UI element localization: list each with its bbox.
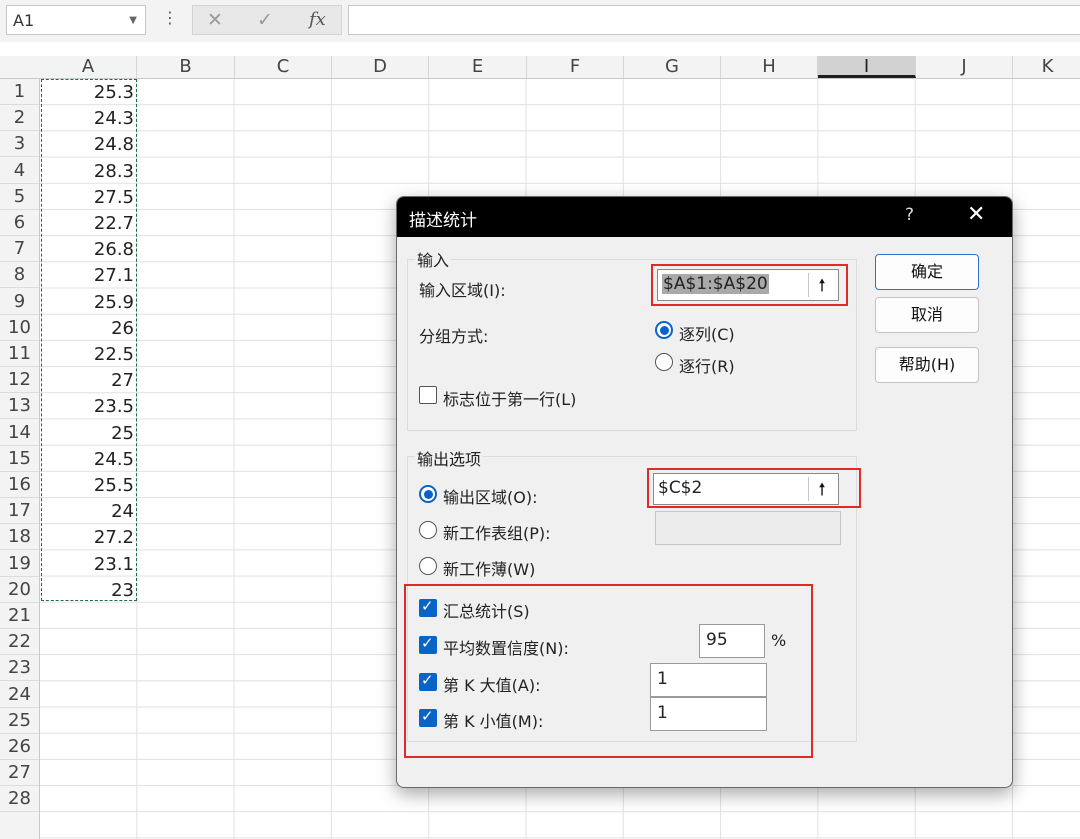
labels-first-row-checkbox[interactable] [419,386,437,404]
row-header-21[interactable]: 21 [0,603,39,629]
column-header-b[interactable]: B [137,56,235,78]
output-range-label: 输出区域(O): [443,488,538,507]
row-header-16[interactable]: 16 [0,472,39,498]
row-header-1[interactable]: 1 [0,79,39,105]
column-header-k[interactable]: K [1013,56,1080,78]
kth-largest-value: 1 [657,669,668,689]
row-header-15[interactable]: 15 [0,446,39,472]
ok-button[interactable]: 确定 [875,254,979,290]
new-worksheet-radio[interactable] [419,521,437,539]
new-worksheet-field[interactable] [655,511,841,545]
enter-icon[interactable]: ✓ [257,9,273,31]
output-range-radio[interactable] [419,485,437,503]
kth-smallest-label: 第 K 小值(M): [443,712,544,731]
row-header-24[interactable]: 24 [0,682,39,708]
help-icon[interactable]: ? [905,205,914,225]
row-header-3[interactable]: 3 [0,131,39,158]
kth-smallest-field[interactable]: 1 [650,697,767,731]
name-box[interactable]: A1 ▼ [6,5,146,35]
check-icon: ✓ [421,707,434,725]
dialog-title: 描述统计 [409,211,477,231]
row-header-5[interactable]: 5 [0,184,39,210]
row-header-11[interactable]: 11 [0,341,39,367]
output-group-title: 输出选项 [415,446,484,470]
summary-statistics-label: 汇总统计(S) [443,602,530,621]
row-header-9[interactable]: 9 [0,289,39,315]
column-header-g[interactable]: G [624,56,721,78]
row-header-8[interactable]: 8 [0,262,39,289]
highlight-box-input [651,264,848,306]
check-icon: ✓ [421,597,434,615]
descriptive-statistics-dialog: 描述统计 ? ✕ 输入 输入区域(I): $A$1:$A$20 🠕 分组方式: … [396,196,1013,788]
check-icon: ✓ [421,634,434,652]
name-box-value: A1 [13,11,35,30]
column-header-d[interactable]: D [332,56,429,78]
kth-largest-field[interactable]: 1 [650,663,767,697]
row-header-23[interactable]: 23 [0,655,39,682]
by-column-label: 逐列(C) [679,325,735,344]
copy-marquee [41,79,137,601]
row-header-13[interactable]: 13 [0,393,39,420]
cancel-icon[interactable]: ✕ [207,9,223,31]
input-group-title: 输入 [415,247,452,271]
row-header-2[interactable]: 2 [0,105,39,132]
row-header-22[interactable]: 22 [0,629,39,656]
by-column-radio[interactable] [655,321,673,339]
row-header-27[interactable]: 27 [0,760,39,787]
chevron-down-icon[interactable]: ▼ [129,15,137,26]
confidence-level-field[interactable]: 95 [699,624,765,658]
close-icon[interactable]: ✕ [967,202,985,227]
insert-function-icon[interactable]: fx [309,9,326,30]
row-header-12[interactable]: 12 [0,367,39,394]
formula-bar: A1 ▼ ⋮ ✕ ✓ fx [0,0,1080,42]
row-header-6[interactable]: 6 [0,210,39,236]
column-header-j[interactable]: J [916,56,1013,78]
kth-smallest-checkbox[interactable]: ✓ [419,707,437,727]
labels-first-row-label: 标志位于第一行(L) [443,390,577,409]
confidence-level-label: 平均数置信度(N): [443,639,569,658]
column-header-f[interactable]: F [527,56,624,78]
by-row-radio[interactable] [655,353,673,371]
formula-input[interactable] [348,5,1080,35]
row-header-19[interactable]: 19 [0,551,39,577]
highlight-box-output [647,468,861,508]
row-header-10[interactable]: 10 [0,315,39,341]
row-header-18[interactable]: 18 [0,524,39,551]
row-headers: 1 2 3 4 5 6 7 8 9 10 11 12 13 14 15 16 17 18 19 20 21 22 23 24 2… [0,79,40,839]
column-header-e[interactable]: E [429,56,527,78]
confidence-level-checkbox[interactable]: ✓ [419,634,437,654]
confidence-level-value: 95 [706,630,728,650]
row-header-26[interactable]: 26 [0,734,39,760]
column-header-a[interactable]: A [40,56,137,78]
by-row-label: 逐行(R) [679,357,735,376]
row-header-7[interactable]: 7 [0,236,39,263]
kth-largest-label: 第 K 大值(A): [443,676,541,695]
row-header-20[interactable]: 20 [0,577,39,603]
input-range-label: 输入区域(I): [419,281,506,300]
dialog-title-bar: 描述统计 ? ✕ [397,197,1012,237]
kth-largest-checkbox[interactable]: ✓ [419,671,437,691]
cancel-button[interactable]: 取消 [875,297,979,333]
column-header-i[interactable]: I [818,56,916,78]
row-header-4[interactable]: 4 [0,158,39,184]
percent-sign: % [771,631,787,650]
formula-buttons: ✕ ✓ fx [192,5,342,35]
check-icon: ✓ [421,671,434,689]
new-workbook-radio[interactable] [419,557,437,575]
new-workbook-label: 新工作薄(W) [443,560,536,579]
row-header-28[interactable]: 28 [0,786,39,813]
grouping-label: 分组方式: [419,327,489,346]
kth-smallest-value: 1 [657,703,668,723]
row-header-14[interactable]: 14 [0,420,39,446]
column-header-h[interactable]: H [721,56,818,78]
row-header-25[interactable]: 25 [0,708,39,734]
help-button[interactable]: 帮助(H) [875,347,979,383]
column-headers: ABCDEFGHIJK [0,56,1080,79]
column-header-c[interactable]: C [235,56,332,78]
summary-statistics-checkbox[interactable]: ✓ [419,597,437,617]
more-options-icon[interactable]: ⋮ [162,8,178,27]
new-worksheet-label: 新工作表组(P): [443,524,551,543]
row-header-17[interactable]: 17 [0,498,39,525]
